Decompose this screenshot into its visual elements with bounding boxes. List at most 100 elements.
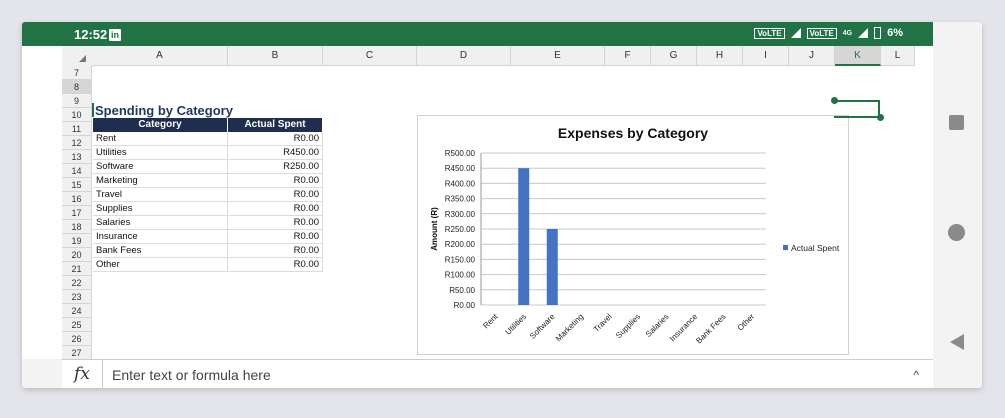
column-header-d[interactable]: D (417, 46, 511, 66)
column-header-g[interactable]: G (651, 46, 697, 66)
cell-actual-spent[interactable]: R0.00 (228, 258, 323, 272)
column-header-f[interactable]: F (605, 46, 651, 66)
device-frame: 12:52 in VoLTE VoLTE 4G 6% ABCDEFGHIJKL … (22, 22, 982, 388)
row-header-7[interactable]: 7 (62, 66, 92, 80)
formula-bar[interactable]: fx Enter text or formula here ^ (62, 359, 933, 388)
row-header-20[interactable]: 20 (62, 248, 92, 262)
y-tick-label: R50.00 (449, 286, 475, 295)
home-button[interactable] (948, 224, 965, 241)
row-header-10[interactable]: 10 (62, 108, 92, 122)
cell-actual-spent[interactable]: R0.00 (228, 244, 323, 258)
y-tick-label: R250.00 (445, 225, 476, 234)
row-header-18[interactable]: 18 (62, 220, 92, 234)
column-header-e[interactable]: E (511, 46, 605, 66)
corner-triangle-icon (79, 55, 86, 62)
cell-actual-spent[interactable]: R0.00 (228, 188, 323, 202)
row-header-13[interactable]: 13 (62, 150, 92, 164)
row-header-14[interactable]: 14 (62, 164, 92, 178)
signal-icon-2 (858, 28, 869, 38)
row-header-21[interactable]: 21 (62, 262, 92, 276)
cell-actual-spent[interactable]: R450.00 (228, 146, 323, 160)
x-tick-label: Marketing (554, 312, 585, 343)
cell-selection[interactable] (834, 100, 880, 118)
column-header-l[interactable]: L (881, 46, 915, 66)
cell-category[interactable]: Salaries (93, 216, 228, 230)
y-axis-label: Amount (R) (430, 207, 439, 251)
row-header-25[interactable]: 25 (62, 318, 92, 332)
column-header-h[interactable]: H (697, 46, 743, 66)
row-header-27[interactable]: 27 (62, 346, 92, 359)
row-header-15[interactable]: 15 (62, 178, 92, 192)
y-tick-label: R450.00 (445, 164, 476, 173)
cell-category[interactable]: Travel (93, 188, 228, 202)
y-tick-label: R400.00 (445, 179, 476, 188)
row-header-16[interactable]: 16 (62, 192, 92, 206)
bar-software (546, 229, 558, 305)
signal-icon (790, 28, 801, 38)
volte-icon: VoLTE (754, 27, 785, 39)
expenses-chart[interactable]: Expenses by Category R0.00 R50.00 R100.00 R1… (417, 115, 849, 355)
x-tick-label: Travel (592, 312, 614, 334)
fx-icon[interactable]: fx (62, 360, 103, 388)
cell-category[interactable]: Software (93, 160, 228, 174)
chart-title: Expenses by Category (558, 125, 708, 141)
battery-icon (874, 27, 882, 39)
row-header-11[interactable]: 11 (62, 122, 92, 136)
header-category[interactable]: Category (93, 118, 228, 132)
back-button[interactable] (950, 334, 964, 350)
y-tick-label: R350.00 (445, 195, 476, 204)
selection-handle-top[interactable] (831, 97, 838, 104)
status-bar: 12:52 in VoLTE VoLTE 4G 6% (22, 22, 933, 46)
cell-category[interactable]: Utilities (93, 146, 228, 160)
row-header-9[interactable]: 9 (62, 94, 92, 108)
cell-actual-spent[interactable]: R0.00 (228, 174, 323, 188)
cell-actual-spent[interactable]: R0.00 (228, 132, 323, 146)
x-tick-label: Rent (481, 312, 500, 331)
linkedin-icon: in (109, 29, 121, 41)
network-type: 4G (842, 29, 853, 37)
cell-category[interactable]: Other (93, 258, 228, 272)
x-tick-label: Supplies (614, 312, 642, 340)
cell-category[interactable]: Insurance (93, 230, 228, 244)
chevron-up-icon[interactable]: ^ (913, 368, 919, 382)
legend-label: Actual Spent (791, 243, 840, 253)
row-header-17[interactable]: 17 (62, 206, 92, 220)
battery-level: 6% (887, 27, 903, 39)
column-header-k[interactable]: K (835, 46, 881, 66)
row-header-8[interactable]: 8 (62, 80, 92, 94)
header-actual-spent[interactable]: Actual Spent (228, 118, 323, 132)
spreadsheet-grid[interactable]: ABCDEFGHIJKL 7 8 9 10 11 12 13 14 15 16 17 18 19 20 21… (22, 46, 933, 359)
x-tick-label: Software (528, 312, 557, 341)
cell-actual-spent[interactable]: R0.00 (228, 202, 323, 216)
row-header-12[interactable]: 12 (62, 136, 92, 150)
sheet-title[interactable]: Spending by Category (95, 103, 233, 118)
select-all-corner[interactable] (62, 46, 93, 67)
status-icons: VoLTE VoLTE 4G 6% (754, 27, 903, 39)
x-tick-label: Bank Fees (694, 312, 727, 345)
column-header-c[interactable]: C (323, 46, 417, 66)
selection-handle-bottom[interactable] (877, 114, 884, 121)
formula-input[interactable]: Enter text or formula here (112, 367, 271, 383)
column-header-b[interactable]: B (228, 46, 323, 66)
recent-apps-button[interactable] (949, 115, 964, 130)
cell-category[interactable]: Marketing (93, 174, 228, 188)
column-header-i[interactable]: I (743, 46, 789, 66)
row-header-22[interactable]: 22 (62, 276, 92, 290)
cell-actual-spent[interactable]: R0.00 (228, 230, 323, 244)
cell-category[interactable]: Rent (93, 132, 228, 146)
row-header-19[interactable]: 19 (62, 234, 92, 248)
cell-category[interactable]: Bank Fees (93, 244, 228, 258)
clock: 12:52 (74, 27, 108, 42)
y-tick-label: R150.00 (445, 255, 476, 264)
column-header-a[interactable]: A (92, 46, 228, 66)
row-header-23[interactable]: 23 (62, 290, 92, 304)
x-tick-label: Salaries (644, 312, 671, 339)
row-header-26[interactable]: 26 (62, 332, 92, 346)
cell-actual-spent[interactable]: R0.00 (228, 216, 323, 230)
cell-actual-spent[interactable]: R250.00 (228, 160, 323, 174)
column-header-j[interactable]: J (789, 46, 835, 66)
cell-category[interactable]: Supplies (93, 202, 228, 216)
row-header-24[interactable]: 24 (62, 304, 92, 318)
y-tick-label: R100.00 (445, 271, 476, 280)
volte-icon-2: VoLTE (806, 27, 837, 39)
